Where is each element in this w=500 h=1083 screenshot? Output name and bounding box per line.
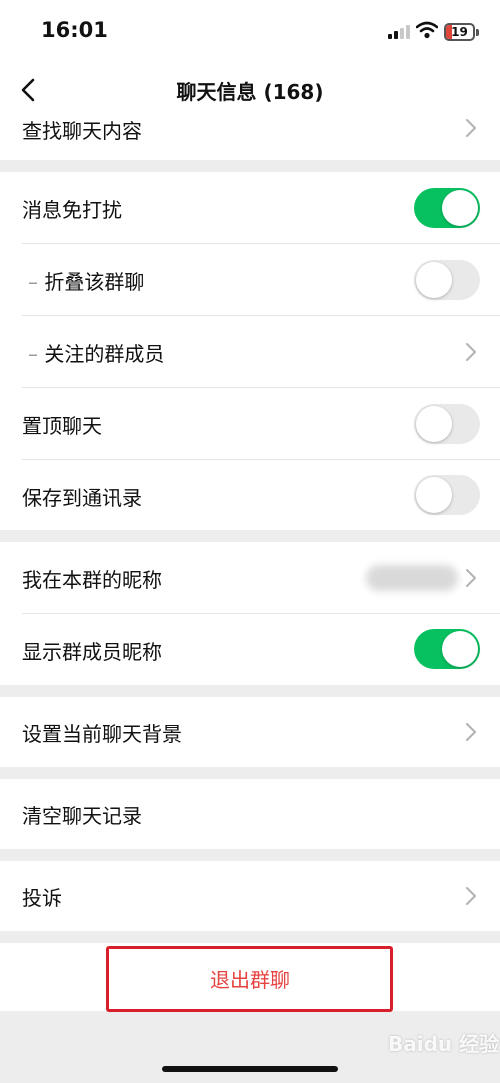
- set-chat-background-label: 设置当前聊天背景: [22, 722, 182, 746]
- nickname-value-blurred: [366, 565, 458, 591]
- set-chat-background-row[interactable]: 设置当前聊天背景: [0, 697, 500, 767]
- cellular-signal-icon: [388, 25, 410, 39]
- save-to-contacts-toggle[interactable]: [414, 475, 480, 515]
- clear-chat-history-label: 清空聊天记录: [22, 804, 142, 828]
- nav-bar: 聊天信息 (168): [0, 62, 500, 117]
- show-member-nicknames-row: 显示群成员昵称: [0, 614, 500, 685]
- battery-icon: 19: [444, 23, 475, 41]
- wifi-icon: [416, 21, 438, 39]
- chevron-right-icon: [466, 887, 476, 905]
- my-group-nickname-label: 我在本群的昵称: [22, 568, 162, 592]
- clear-chat-history-row[interactable]: 清空聊天记录: [0, 779, 500, 849]
- followed-members-row[interactable]: – 关注的群成员: [0, 316, 500, 388]
- baidu-watermark: Baidu 经验: [388, 1032, 500, 1056]
- show-member-nicknames-label: 显示群成员昵称: [22, 640, 162, 664]
- battery-cap: [476, 29, 479, 36]
- home-indicator: [162, 1066, 338, 1072]
- followed-members-label: – 关注的群成员: [28, 342, 165, 366]
- save-to-contacts-row: 保存到通讯录: [0, 460, 500, 530]
- fold-group-toggle[interactable]: [414, 260, 480, 300]
- my-group-nickname-row[interactable]: 我在本群的昵称: [0, 542, 500, 614]
- exit-group-highlight-box: [106, 946, 393, 1012]
- show-member-nicknames-toggle[interactable]: [414, 629, 480, 669]
- mute-notifications-row: 消息免打扰: [0, 172, 500, 244]
- save-to-contacts-label: 保存到通讯录: [22, 486, 142, 510]
- mute-notifications-toggle[interactable]: [414, 188, 480, 228]
- pin-chat-toggle[interactable]: [414, 404, 480, 444]
- chevron-right-icon: [466, 343, 476, 361]
- page-title: 聊天信息 (168): [176, 80, 324, 104]
- find-chat-content-row[interactable]: 查找聊天内容: [0, 117, 500, 160]
- chevron-right-icon: [466, 723, 476, 741]
- chevron-left-icon[interactable]: [18, 77, 40, 103]
- find-chat-content-label: 查找聊天内容: [22, 119, 142, 143]
- chevron-right-icon: [466, 119, 476, 137]
- status-bar: 16:01 19: [0, 0, 500, 62]
- pin-chat-row: 置顶聊天: [0, 388, 500, 460]
- mute-notifications-label: 消息免打扰: [22, 198, 122, 222]
- report-row[interactable]: 投诉: [0, 861, 500, 931]
- fold-group-row: – 折叠该群聊: [0, 244, 500, 316]
- fold-group-label: – 折叠该群聊: [28, 270, 145, 294]
- report-label: 投诉: [22, 886, 62, 910]
- chevron-right-icon: [466, 569, 476, 587]
- pin-chat-label: 置顶聊天: [22, 414, 102, 438]
- status-time: 16:01: [41, 18, 108, 42]
- battery-level: 19: [451, 25, 468, 39]
